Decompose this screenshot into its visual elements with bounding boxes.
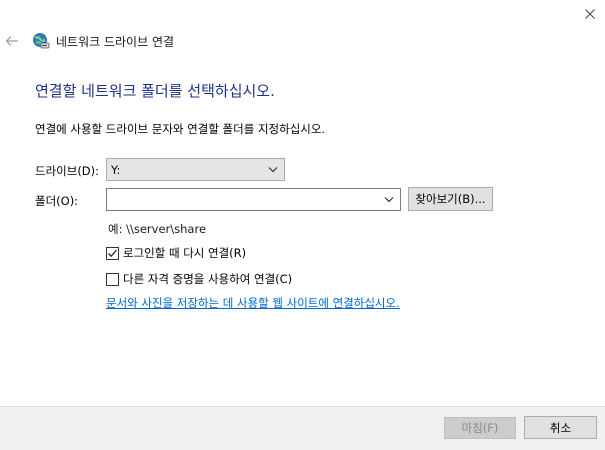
finish-button[interactable]: 마침(F) — [444, 417, 516, 439]
instruction-text: 연결에 사용할 드라이브 문자와 연결할 폴더를 지정하십시오. — [35, 122, 326, 136]
checkmark-icon — [108, 249, 117, 257]
close-icon — [584, 9, 595, 19]
example-text: 예: \\server\share — [108, 222, 207, 236]
chevron-down-icon — [268, 167, 278, 173]
folder-label: 폴더(O): — [35, 194, 79, 208]
page-heading: 연결할 네트워크 폴더를 선택하십시오. — [35, 82, 275, 100]
credentials-checkbox[interactable] — [106, 272, 119, 286]
reconnect-label: 로그인할 때 다시 연결(R) — [123, 246, 247, 260]
credentials-checkbox-row[interactable]: 다른 자격 증명을 사용하여 연결(C) — [106, 271, 292, 287]
browse-button[interactable]: 찾아보기(B)... — [408, 187, 493, 211]
drive-select[interactable]: Y: — [106, 158, 285, 181]
website-connect-link[interactable]: 문서와 사진을 저장하는 데 사용할 웹 사이트에 연결하십시오. — [106, 295, 400, 311]
reconnect-checkbox[interactable] — [106, 246, 119, 260]
cancel-button[interactable]: 취소 — [524, 416, 597, 439]
close-button[interactable] — [574, 0, 605, 28]
reconnect-checkbox-row[interactable]: 로그인할 때 다시 연결(R) — [106, 245, 246, 261]
chevron-down-icon[interactable] — [384, 196, 394, 203]
drive-label: 드라이브(D): — [35, 164, 100, 178]
window-title: 네트워크 드라이브 연결 — [56, 35, 175, 49]
back-arrow-icon — [5, 36, 18, 46]
drive-select-value: Y: — [111, 163, 121, 177]
credentials-label: 다른 자격 증명을 사용하여 연결(C) — [123, 272, 293, 286]
back-button[interactable] — [0, 30, 24, 52]
network-drive-icon — [32, 32, 50, 50]
folder-input[interactable] — [106, 188, 401, 211]
